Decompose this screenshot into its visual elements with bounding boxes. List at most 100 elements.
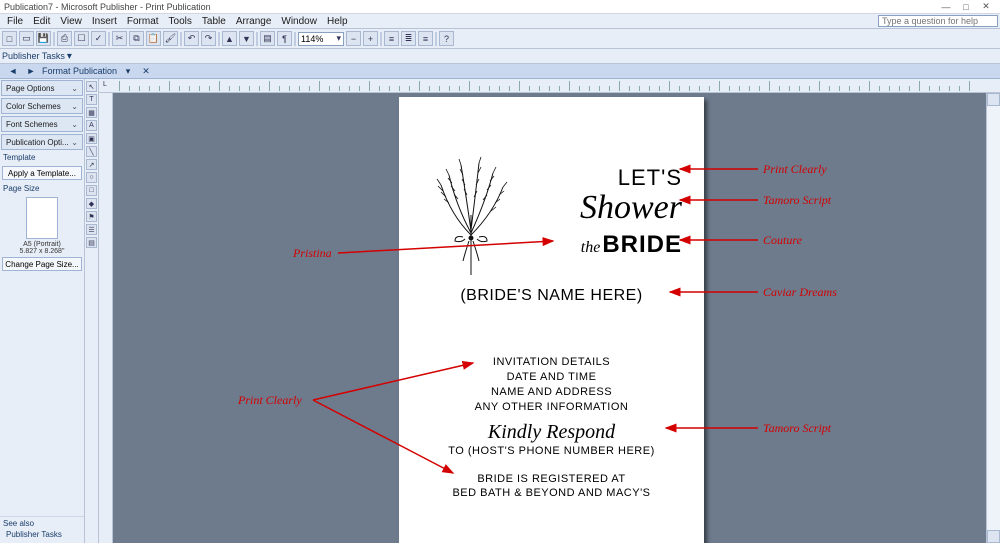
- scroll-down-icon[interactable]: [987, 530, 1000, 543]
- cut-icon[interactable]: ✂: [112, 31, 127, 46]
- undo-icon[interactable]: ↶: [184, 31, 199, 46]
- send-backward-icon[interactable]: ▼: [239, 31, 254, 46]
- preview-icon[interactable]: ☐: [74, 31, 89, 46]
- close-pane-icon[interactable]: ✕: [139, 66, 153, 77]
- picture-tool-icon[interactable]: ▣: [86, 133, 97, 144]
- nav-back-icon[interactable]: ◄: [6, 66, 20, 76]
- item-catalog-icon[interactable]: ▤: [86, 237, 97, 248]
- zoom-out-icon[interactable]: −: [346, 31, 361, 46]
- page-size-section-label: Page Size: [0, 182, 84, 195]
- vertical-scrollbar[interactable]: [986, 93, 1000, 543]
- rectangle-tool-icon[interactable]: □: [86, 185, 97, 196]
- format-painter-icon[interactable]: 🖌: [163, 31, 178, 46]
- open-icon[interactable]: ▭: [19, 31, 34, 46]
- spellcheck-icon[interactable]: ✓: [91, 31, 106, 46]
- inv-text-registered-at[interactable]: BRIDE IS REGISTERED AT: [399, 473, 704, 485]
- scroll-track[interactable]: [987, 106, 1000, 530]
- scroll-up-icon[interactable]: [987, 93, 1000, 106]
- taskpane-item-label: Font Schemes: [6, 120, 58, 129]
- table-tool-icon[interactable]: ▦: [86, 107, 97, 118]
- template-section-label: Template: [0, 151, 84, 164]
- taskpane-title: Format Publication: [42, 66, 117, 76]
- taskpane-item-color-schemes[interactable]: Color Schemes ⌄: [1, 98, 83, 114]
- menu-table[interactable]: Table: [197, 16, 231, 27]
- vertical-ruler[interactable]: [99, 93, 113, 543]
- align-left-icon[interactable]: ≡: [384, 31, 399, 46]
- zoom-in-icon[interactable]: +: [363, 31, 378, 46]
- inv-text-details[interactable]: INVITATION DETAILS DATE AND TIME NAME AN…: [399, 355, 704, 414]
- menu-edit[interactable]: Edit: [28, 16, 55, 27]
- inv-text-brides-name[interactable]: (BRIDE'S NAME HERE): [399, 287, 704, 305]
- change-page-size-button[interactable]: Change Page Size...: [2, 257, 82, 271]
- annotation-couture: Couture: [763, 233, 802, 248]
- textbox-tool-icon[interactable]: T: [86, 94, 97, 105]
- document-canvas[interactable]: LET'S Shower theBRIDE (BRIDE'S NAME HERE…: [113, 93, 986, 543]
- chevron-down-icon[interactable]: ▾: [67, 51, 72, 62]
- annotation-print-clearly-1: Print Clearly: [763, 162, 827, 177]
- inv-text-shower[interactable]: Shower: [580, 189, 682, 227]
- chevron-down-icon[interactable]: ▾: [121, 66, 135, 77]
- taskpane-item-label: Page Options: [6, 84, 54, 93]
- apply-template-button[interactable]: Apply a Template...: [2, 166, 82, 180]
- publisher-tasks-bar: Publisher Tasks ▾: [0, 49, 1000, 64]
- inv-text-kindly-respond[interactable]: Kindly Respond: [399, 421, 704, 444]
- chevron-down-icon: ▾: [336, 33, 341, 44]
- bring-forward-icon[interactable]: ▲: [222, 31, 237, 46]
- menu-bar: File Edit View Insert Format Tools Table…: [0, 14, 1000, 29]
- page-size-caption-dims: 5.827 x 8.268": [0, 248, 84, 255]
- help-icon[interactable]: ?: [439, 31, 454, 46]
- taskpane-item-label: Publication Opti...: [6, 138, 69, 147]
- see-also-publisher-tasks-link[interactable]: Publisher Tasks: [0, 530, 84, 543]
- align-center-icon[interactable]: ≣: [401, 31, 416, 46]
- close-button[interactable]: ✕: [976, 1, 996, 12]
- save-icon[interactable]: 💾: [36, 31, 51, 46]
- taskpane-item-page-options[interactable]: Page Options ⌄: [1, 80, 83, 96]
- wordart-tool-icon[interactable]: A: [86, 120, 97, 131]
- menu-tools[interactable]: Tools: [164, 16, 197, 27]
- inv-text-the-bride[interactable]: theBRIDE: [581, 231, 682, 259]
- page-size-thumbnail[interactable]: [26, 197, 58, 239]
- help-search-input[interactable]: [878, 15, 998, 27]
- columns-icon[interactable]: ▤: [260, 31, 275, 46]
- maximize-button[interactable]: □: [956, 2, 976, 12]
- paste-icon[interactable]: 📋: [146, 31, 161, 46]
- autoshapes-tool-icon[interactable]: ◆: [86, 198, 97, 209]
- oval-tool-icon[interactable]: ○: [86, 172, 97, 183]
- inv-text-registry-stores[interactable]: BED BATH & BEYOND AND MACY'S: [399, 487, 704, 499]
- zoom-combo[interactable]: 114% ▾: [298, 32, 344, 46]
- menu-insert[interactable]: Insert: [87, 16, 122, 27]
- menu-view[interactable]: View: [55, 16, 87, 27]
- annotation-print-clearly-2: Print Clearly: [238, 393, 302, 408]
- line-tool-icon[interactable]: ╲: [86, 146, 97, 157]
- taskpane-header-row: ◄ ► Format Publication ▾ ✕: [0, 64, 1000, 79]
- menu-help[interactable]: Help: [322, 16, 353, 27]
- special-chars-icon[interactable]: ¶: [277, 31, 292, 46]
- align-right-icon[interactable]: ≡: [418, 31, 433, 46]
- copy-icon[interactable]: ⧉: [129, 31, 144, 46]
- see-also-label: See also: [0, 516, 84, 530]
- pointer-tool-icon[interactable]: ↖: [86, 81, 97, 92]
- bookmark-tool-icon[interactable]: ⚑: [86, 211, 97, 222]
- inv-text-host-phone[interactable]: TO (HOST'S PHONE NUMBER HERE): [399, 445, 704, 457]
- minimize-button[interactable]: —: [936, 2, 956, 12]
- page[interactable]: LET'S Shower theBRIDE (BRIDE'S NAME HERE…: [399, 97, 704, 543]
- menu-file[interactable]: File: [2, 16, 28, 27]
- taskpane-item-publication-options[interactable]: Publication Opti... ⌄: [1, 134, 83, 150]
- new-icon[interactable]: □: [2, 31, 17, 46]
- redo-icon[interactable]: ↷: [201, 31, 216, 46]
- nav-forward-icon[interactable]: ►: [24, 66, 38, 76]
- expand-icon: ⌄: [71, 138, 78, 147]
- format-publication-tab[interactable]: ◄ ► Format Publication ▾ ✕: [0, 66, 159, 77]
- inv-text-lets[interactable]: LET'S: [618, 165, 682, 191]
- taskpane-item-font-schemes[interactable]: Font Schemes ⌄: [1, 116, 83, 132]
- menu-window[interactable]: Window: [276, 16, 322, 27]
- publisher-tasks-label[interactable]: Publisher Tasks: [2, 51, 65, 61]
- print-icon[interactable]: ⎙: [57, 31, 72, 46]
- design-gallery-icon[interactable]: ☰: [86, 224, 97, 235]
- menu-arrange[interactable]: Arrange: [231, 16, 277, 27]
- arrow-tool-icon[interactable]: ↗: [86, 159, 97, 170]
- menu-format[interactable]: Format: [122, 16, 164, 27]
- task-pane: Page Options ⌄ Color Schemes ⌄ Font Sche…: [0, 79, 85, 543]
- horizontal-ruler[interactable]: L: [99, 79, 1000, 93]
- annotation-caviar-dreams: Caviar Dreams: [763, 285, 837, 300]
